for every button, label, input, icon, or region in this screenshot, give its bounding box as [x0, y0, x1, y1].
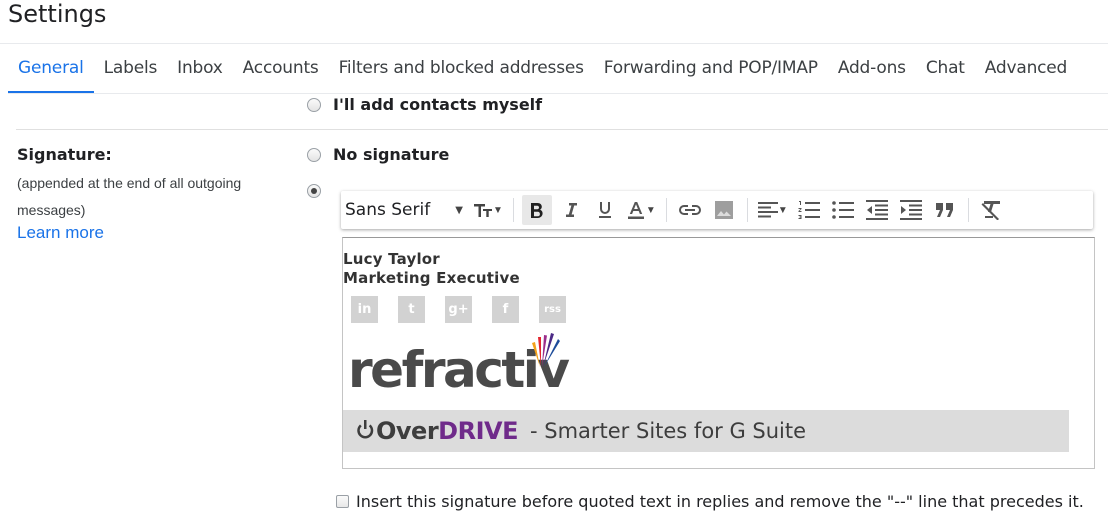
indent-more-button[interactable] — [896, 195, 926, 225]
toolbar-separator — [746, 198, 748, 222]
underline-button[interactable] — [590, 195, 620, 225]
quote-button[interactable] — [930, 195, 960, 225]
text-size-icon — [474, 204, 492, 217]
font-family-select[interactable]: Sans Serif ▼ — [345, 200, 469, 220]
signature-title: Signature: — [17, 145, 112, 164]
insert-link-button[interactable] — [675, 195, 705, 225]
align-button[interactable] — [756, 195, 780, 225]
bold-button[interactable] — [521, 195, 552, 225]
insert-image-button[interactable] — [709, 195, 739, 225]
chevron-down-icon: ▼ — [777, 204, 788, 216]
no-signature-radio[interactable] — [307, 148, 321, 162]
bulleted-list-button[interactable] — [828, 195, 858, 225]
linkedin-icon[interactable]: in — [351, 296, 378, 323]
custom-signature-radio[interactable] — [307, 184, 321, 198]
overdrive-tagline: - Smarter Sites for G Suite — [529, 419, 807, 443]
overdrive-logo-drive: DRIVE — [438, 417, 518, 445]
power-icon — [357, 420, 374, 439]
tab-forwarding[interactable]: Forwarding and POP/IMAP — [594, 44, 828, 94]
signature-editor[interactable]: Lucy Taylor Marketing Executive in t g+ … — [342, 237, 1095, 469]
google-plus-icon[interactable]: g+ — [445, 296, 472, 323]
underline-icon — [598, 202, 611, 218]
chevron-down-icon: ▼ — [455, 204, 463, 216]
image-icon — [714, 201, 733, 219]
text-color-icon — [627, 201, 644, 219]
refractiv-logo-rays — [532, 333, 560, 367]
quote-icon — [935, 203, 953, 217]
tab-accounts[interactable]: Accounts — [233, 44, 329, 94]
twitter-icon[interactable]: t — [398, 296, 425, 323]
text-color-button[interactable] — [624, 195, 648, 225]
indent-more-icon — [899, 200, 922, 220]
indent-less-icon — [865, 200, 888, 220]
page-title: Settings — [8, 0, 107, 28]
formatting-toolbar: Sans Serif ▼ ▼ ▼ ▼ — [341, 191, 1093, 229]
align-left-icon — [757, 202, 778, 218]
text-size-button[interactable] — [471, 195, 495, 225]
indent-less-button[interactable] — [862, 195, 892, 225]
tab-filters[interactable]: Filters and blocked addresses — [329, 44, 594, 94]
tab-labels[interactable]: Labels — [94, 44, 168, 94]
chevron-down-icon: ▼ — [493, 204, 503, 216]
signature-role: Marketing Executive — [343, 269, 520, 287]
rss-icon[interactable]: rss — [539, 296, 566, 323]
add-contacts-manual-radio[interactable] — [307, 98, 321, 112]
add-contacts-manual-label: I'll add contacts myself — [333, 95, 543, 114]
bulleted-list-icon — [831, 201, 854, 219]
insert-signature-checkbox[interactable] — [336, 495, 349, 508]
toolbar-separator — [512, 198, 514, 222]
signature-description: (appended at the end of all outgoing mes… — [17, 175, 242, 218]
settings-tabs: General Labels Inbox Accounts Filters an… — [8, 44, 1077, 94]
tab-addons[interactable]: Add-ons — [828, 44, 916, 94]
refractiv-logo: refractiv — [348, 333, 570, 399]
numbered-list-icon — [798, 201, 820, 219]
signature-name: Lucy Taylor — [343, 250, 440, 268]
bold-icon — [530, 202, 543, 218]
chevron-down-icon: ▼ — [645, 204, 656, 216]
tab-chat[interactable]: Chat — [916, 44, 975, 94]
overdrive-logo: Over DRIVE — [355, 417, 518, 445]
learn-more-link[interactable]: Learn more — [17, 223, 104, 243]
italic-button[interactable] — [556, 195, 586, 225]
numbered-list-button[interactable] — [794, 195, 824, 225]
toolbar-separator — [967, 198, 969, 222]
tabs-divider — [8, 93, 1108, 94]
font-family-value: Sans Serif — [345, 200, 431, 220]
section-divider — [16, 129, 1108, 130]
italic-icon — [565, 203, 577, 217]
overdrive-logo-over: Over — [376, 417, 439, 445]
remove-formatting-icon — [981, 201, 1000, 220]
tab-inbox[interactable]: Inbox — [167, 44, 233, 94]
tab-advanced[interactable]: Advanced — [975, 44, 1077, 94]
no-signature-label: No signature — [333, 145, 450, 164]
toolbar-separator — [665, 198, 667, 222]
facebook-icon[interactable]: f — [492, 296, 519, 323]
link-icon — [678, 205, 701, 215]
overdrive-banner: Over DRIVE - Smarter Sites for G Suite — [343, 410, 1069, 452]
tab-general[interactable]: General — [8, 44, 94, 94]
insert-signature-label: Insert this signature before quoted text… — [356, 492, 1084, 511]
remove-formatting-button[interactable] — [977, 195, 1007, 225]
